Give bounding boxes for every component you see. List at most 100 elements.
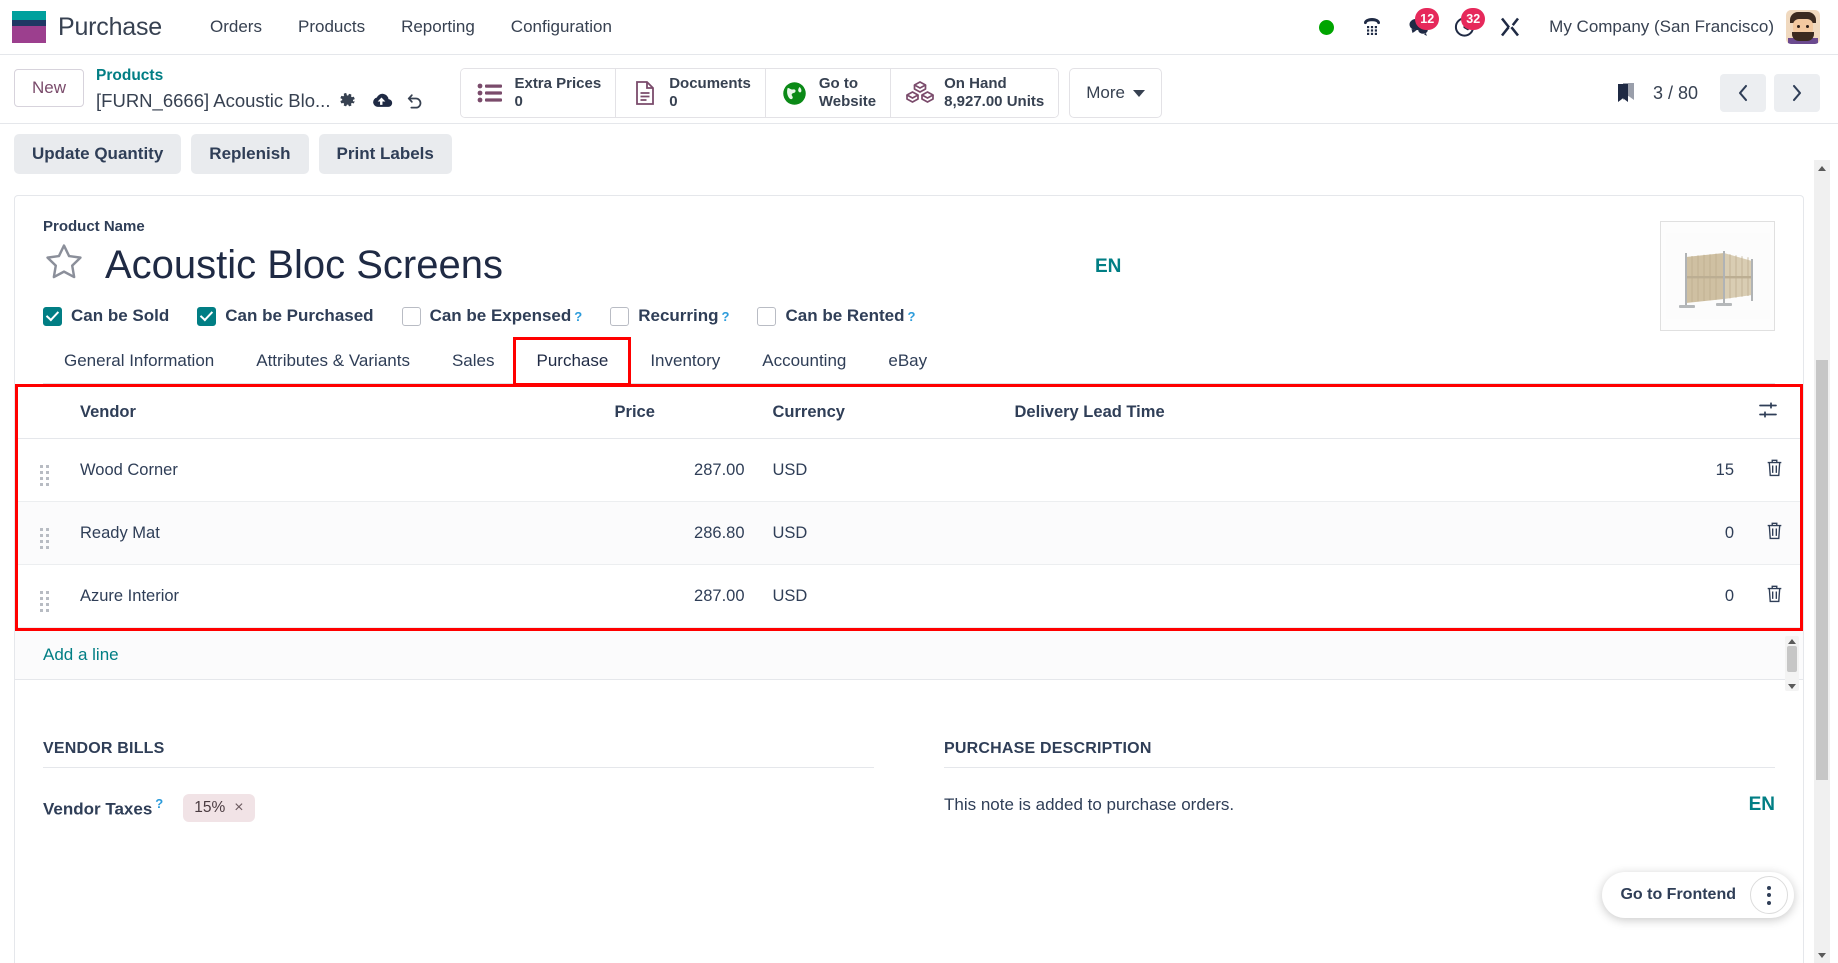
- cell-price[interactable]: 286.80: [605, 502, 755, 565]
- phone-icon[interactable]: [1349, 7, 1395, 47]
- cell-price[interactable]: 287.00: [605, 565, 755, 628]
- checkbox-box-recurring[interactable]: [610, 307, 629, 326]
- checkbox-box-can-be-purchased[interactable]: [197, 307, 216, 326]
- tab-general-information[interactable]: General Information: [43, 339, 235, 384]
- help-icon-vendor-taxes[interactable]: ?: [155, 796, 163, 811]
- menu-item-reporting[interactable]: Reporting: [383, 10, 493, 44]
- cell-price[interactable]: 287.00: [605, 439, 755, 502]
- star-outline-icon[interactable]: [43, 241, 85, 288]
- trash-icon[interactable]: [1765, 584, 1784, 604]
- bookmark-icon[interactable]: [1611, 78, 1641, 108]
- avatar[interactable]: [1786, 10, 1820, 44]
- menu-item-configuration[interactable]: Configuration: [493, 10, 630, 44]
- pager-next-button[interactable]: [1774, 74, 1820, 112]
- th-currency[interactable]: Currency: [755, 387, 1005, 439]
- add-a-line-button[interactable]: Add a line: [43, 645, 119, 664]
- stat-button-go-to-website[interactable]: Go to Website: [766, 69, 891, 117]
- cell-delivery-lead-time[interactable]: 0: [1005, 502, 1748, 565]
- trash-icon[interactable]: [1765, 521, 1784, 541]
- pager-previous-button[interactable]: [1720, 74, 1766, 112]
- column-settings-icon[interactable]: [1748, 387, 1800, 439]
- checkbox-can-be-sold[interactable]: Can be Sold: [43, 306, 169, 326]
- checkbox-box-can-be-expensed[interactable]: [402, 307, 421, 326]
- table-row[interactable]: Wood Corner 287.00 USD 15: [18, 439, 1800, 502]
- print-labels-button[interactable]: Print Labels: [319, 134, 452, 174]
- vertical-dots-icon[interactable]: [1750, 876, 1788, 914]
- menu-item-products[interactable]: Products: [280, 10, 383, 44]
- new-button[interactable]: New: [14, 69, 84, 107]
- cell-currency[interactable]: USD: [755, 565, 1005, 628]
- gear-icon[interactable]: [330, 87, 364, 115]
- vendor-taxes-tag[interactable]: 15% ×: [183, 794, 254, 822]
- checkbox-can-be-purchased[interactable]: Can be Purchased: [197, 306, 373, 326]
- checkbox-box-can-be-rented[interactable]: [757, 307, 776, 326]
- tab-attributes-variants[interactable]: Attributes & Variants: [235, 339, 431, 384]
- purchase-description-note[interactable]: This note is added to purchase orders.: [944, 795, 1234, 815]
- product-image[interactable]: [1660, 221, 1775, 331]
- stat-button-documents[interactable]: Documents 0: [616, 69, 766, 117]
- tab-ebay[interactable]: eBay: [867, 339, 948, 384]
- online-status-indicator[interactable]: [1303, 7, 1349, 47]
- breadcrumb-parent-products[interactable]: Products: [96, 66, 432, 87]
- scrollbar-thumb[interactable]: [1787, 646, 1797, 672]
- table-row[interactable]: Azure Interior 287.00 USD 0: [18, 565, 1800, 628]
- odoo-logo[interactable]: [12, 11, 46, 43]
- th-vendor[interactable]: Vendor: [62, 387, 605, 439]
- cell-delivery-lead-time[interactable]: 0: [1005, 565, 1748, 628]
- chevron-down-icon: [1133, 90, 1145, 97]
- th-price[interactable]: Price: [605, 387, 755, 439]
- purchase-description-language-badge[interactable]: EN: [1749, 794, 1775, 816]
- scroll-down-icon[interactable]: [1785, 681, 1799, 691]
- checkbox-recurring[interactable]: Recurring ?: [610, 306, 729, 326]
- title-language-badge[interactable]: EN: [1095, 256, 1121, 278]
- page-scroll-down-icon[interactable]: [1814, 947, 1830, 963]
- update-quantity-button[interactable]: Update Quantity: [14, 134, 181, 174]
- checkbox-can-be-expensed[interactable]: Can be Expensed ?: [402, 306, 583, 326]
- th-delivery-lead-time[interactable]: Delivery Lead Time: [1005, 387, 1748, 439]
- scroll-up-icon[interactable]: [1785, 636, 1799, 646]
- table-row[interactable]: Ready Mat 286.80 USD 0: [18, 502, 1800, 565]
- group-purchase-description: PURCHASE DESCRIPTION This note is added …: [944, 740, 1775, 822]
- stat-button-extra-prices[interactable]: Extra Prices 0: [461, 69, 616, 117]
- tab-purchase[interactable]: Purchase: [515, 339, 629, 384]
- vendor-taxes-tag-label: 15%: [194, 799, 225, 817]
- menu-item-orders[interactable]: Orders: [192, 10, 280, 44]
- checkbox-can-be-rented[interactable]: Can be Rented ?: [757, 306, 915, 326]
- cell-currency[interactable]: USD: [755, 439, 1005, 502]
- cloud-save-icon[interactable]: [364, 87, 398, 115]
- page-scrollbar-thumb[interactable]: [1816, 360, 1828, 780]
- add-line-row[interactable]: Add a line: [15, 631, 1803, 680]
- cell-vendor[interactable]: Azure Interior: [62, 565, 605, 628]
- stat-button-on-hand[interactable]: On Hand 8,927.00 Units: [891, 69, 1058, 117]
- discard-undo-icon[interactable]: [398, 87, 432, 115]
- page-scroll-up-icon[interactable]: [1814, 160, 1830, 176]
- tab-accounting[interactable]: Accounting: [741, 339, 867, 384]
- help-icon-recurring[interactable]: ?: [722, 309, 730, 324]
- cell-vendor[interactable]: Wood Corner: [62, 439, 605, 502]
- messages-icon[interactable]: 12: [1395, 7, 1441, 47]
- cell-delivery-lead-time[interactable]: 15: [1005, 439, 1748, 502]
- help-icon-can-be-rented[interactable]: ?: [908, 309, 916, 324]
- go-to-frontend-button[interactable]: Go to Frontend: [1606, 886, 1750, 904]
- stat-label-go-to: Go to: [819, 75, 876, 93]
- row-drag-handle-icon[interactable]: [18, 502, 62, 565]
- checkbox-box-can-be-sold[interactable]: [43, 307, 62, 326]
- cell-vendor[interactable]: Ready Mat: [62, 502, 605, 565]
- page-title[interactable]: Acoustic Bloc Screens: [105, 242, 503, 288]
- activities-clock-icon[interactable]: 32: [1441, 7, 1487, 47]
- close-icon[interactable]: ×: [234, 800, 243, 816]
- app-name[interactable]: Purchase: [58, 13, 162, 42]
- help-icon-can-be-expensed[interactable]: ?: [574, 309, 582, 324]
- tab-sales[interactable]: Sales: [431, 339, 516, 384]
- more-button[interactable]: More: [1069, 68, 1162, 118]
- cell-currency[interactable]: USD: [755, 502, 1005, 565]
- company-selector[interactable]: My Company (San Francisco): [1549, 17, 1774, 37]
- tab-inventory[interactable]: Inventory: [629, 339, 741, 384]
- page-scrollbar[interactable]: [1814, 160, 1830, 963]
- row-drag-handle-icon[interactable]: [18, 565, 62, 628]
- replenish-button[interactable]: Replenish: [191, 134, 308, 174]
- trash-icon[interactable]: [1765, 458, 1784, 478]
- developer-tools-icon[interactable]: [1487, 7, 1533, 47]
- row-drag-handle-icon[interactable]: [18, 439, 62, 502]
- notebook-scrollbar[interactable]: [1785, 636, 1799, 691]
